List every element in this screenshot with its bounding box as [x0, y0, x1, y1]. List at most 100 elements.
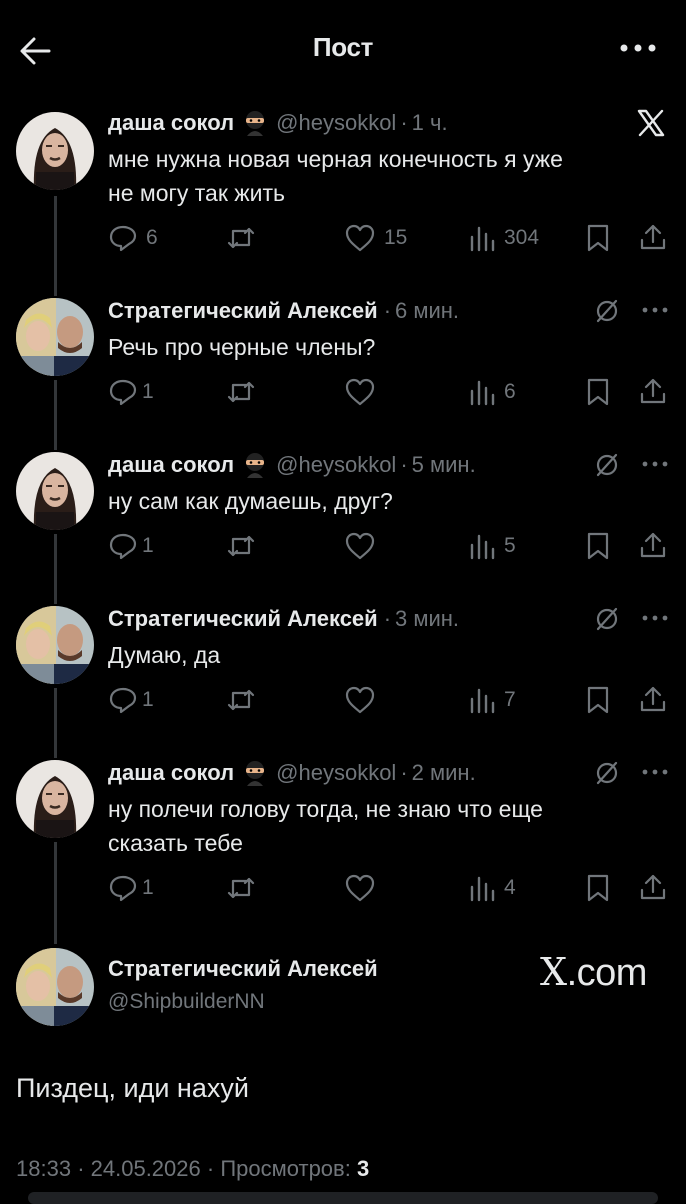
more-options-icon[interactable] [640, 767, 670, 777]
reply-icon [109, 533, 137, 560]
x-brand-letter: X [540, 950, 567, 994]
views-button[interactable]: 304 [468, 222, 539, 254]
main-post-text: Пиздец, иди нахуй [16, 1073, 249, 1103]
retweet-button[interactable] [226, 222, 264, 254]
tweet-time[interactable]: 6 мин. [395, 298, 459, 324]
like-button[interactable] [344, 872, 384, 904]
retweet-button[interactable] [226, 376, 264, 408]
tweet-text: Думаю, да [108, 642, 221, 668]
like-button[interactable] [344, 376, 384, 408]
views-chart-icon [470, 226, 495, 252]
more-options-icon[interactable] [640, 459, 670, 469]
retweet-icon [227, 877, 255, 899]
tweet-header: даша сокол @heysokkol · 1 ч. [108, 106, 448, 140]
tweet-time[interactable]: 3 мин. [395, 606, 459, 632]
author-name[interactable]: даша сокол [108, 452, 234, 478]
thread-line [54, 380, 57, 450]
reply-button[interactable]: 1 [108, 872, 154, 904]
separator-dot: · [206, 1156, 215, 1181]
main-post-author-handle[interactable]: @ShipbuilderNN [108, 990, 265, 1014]
page-title: Пост [312, 32, 374, 62]
avatar-aleksey[interactable] [16, 948, 94, 1026]
views-label: Просмотров: [220, 1156, 351, 1181]
views-button[interactable]: 7 [468, 684, 516, 716]
grok-icon[interactable] [592, 450, 622, 480]
bookmark-icon[interactable] [584, 873, 612, 903]
bookmark-icon[interactable] [584, 377, 612, 407]
thread-line [54, 196, 57, 296]
reply-icon [109, 687, 137, 714]
separator-dot: · [400, 110, 408, 135]
author-handle[interactable]: @heysokkol [276, 452, 396, 478]
avatar-aleksey[interactable] [16, 606, 94, 684]
like-button[interactable]: 15 [344, 222, 407, 254]
tweet-time[interactable]: 1 ч. [412, 110, 448, 136]
avatar-aleksey[interactable] [16, 298, 94, 376]
tweet-time[interactable]: 2 мин. [412, 760, 476, 786]
retweet-button[interactable] [226, 872, 264, 904]
author-handle[interactable]: @heysokkol [276, 110, 396, 136]
tweet-actions: 1 7 [108, 684, 668, 716]
author-name[interactable]: даша сокол [108, 110, 234, 136]
views-button[interactable]: 5 [468, 530, 516, 562]
share-icon[interactable] [638, 872, 668, 902]
post-date[interactable]: 24.05.2026 [91, 1156, 201, 1181]
avatar-dasha[interactable] [16, 760, 94, 838]
reply-button[interactable]: 6 [108, 222, 158, 254]
avatar-dasha[interactable] [16, 452, 94, 530]
grok-icon[interactable] [592, 296, 622, 326]
tweet-time[interactable]: 5 мин. [412, 452, 476, 478]
tweet-text: Речь про черные члены? [108, 334, 376, 360]
bookmark-icon[interactable] [584, 531, 612, 561]
views-chart-icon [470, 688, 495, 714]
reply-count: 1 [142, 534, 154, 557]
reply-button[interactable]: 1 [108, 530, 154, 562]
main-post-author-name[interactable]: Стратегический Алексей [108, 956, 378, 982]
more-options-icon[interactable] [640, 305, 670, 315]
main-post-meta: 18:33 · 24.05.2026 · Просмотров: 3 [16, 1156, 369, 1182]
tweet-text: ну полечи голову тогда, не знаю что еще … [108, 796, 543, 856]
reply-icon [109, 379, 137, 406]
bookmark-icon[interactable] [584, 685, 612, 715]
bookmark-icon[interactable] [584, 223, 612, 253]
reply-count: 6 [146, 226, 158, 249]
retweet-button[interactable] [226, 684, 264, 716]
post-time[interactable]: 18:33 [16, 1156, 71, 1181]
retweet-icon [227, 689, 255, 711]
avatar-dasha[interactable] [16, 112, 94, 190]
tweet-header: даша сокол @heysokkol · 5 мин. [108, 448, 476, 482]
share-icon[interactable] [638, 684, 668, 714]
thread-line [54, 842, 57, 944]
views-chart-icon [470, 876, 495, 902]
share-icon[interactable] [638, 530, 668, 560]
more-options-icon[interactable] [640, 613, 670, 623]
grok-icon[interactable] [592, 604, 622, 634]
views-button[interactable]: 4 [468, 872, 516, 904]
author-name[interactable]: даша сокол [108, 760, 234, 786]
author-handle[interactable]: @heysokkol [276, 760, 396, 786]
like-button[interactable] [344, 530, 384, 562]
retweet-icon [227, 227, 255, 249]
share-icon[interactable] [638, 376, 668, 406]
views-button[interactable]: 6 [468, 376, 516, 408]
author-name[interactable]: Стратегический Алексей [108, 606, 378, 632]
reply-button[interactable]: 1 [108, 684, 154, 716]
bottom-bar [28, 1192, 658, 1204]
more-options-icon[interactable] [618, 38, 658, 58]
like-button[interactable] [344, 684, 384, 716]
views-count: 304 [504, 226, 540, 249]
tweet-actions: 6 15 304 [108, 222, 668, 254]
tweet-actions: 1 4 [108, 872, 668, 904]
reply-icon [109, 225, 137, 252]
tweet-header: даша сокол @heysokkol · 2 мин. [108, 756, 476, 790]
retweet-button[interactable] [226, 530, 264, 562]
reply-button[interactable]: 1 [108, 376, 154, 408]
views-count: 7 [504, 688, 516, 711]
ninja-emoji-icon [246, 453, 265, 478]
author-name[interactable]: Стратегический Алексей [108, 298, 378, 324]
retweet-icon [227, 381, 255, 403]
heart-icon [345, 874, 375, 902]
views-chart-icon [470, 380, 495, 406]
grok-icon[interactable] [592, 758, 622, 788]
share-icon[interactable] [638, 222, 668, 252]
